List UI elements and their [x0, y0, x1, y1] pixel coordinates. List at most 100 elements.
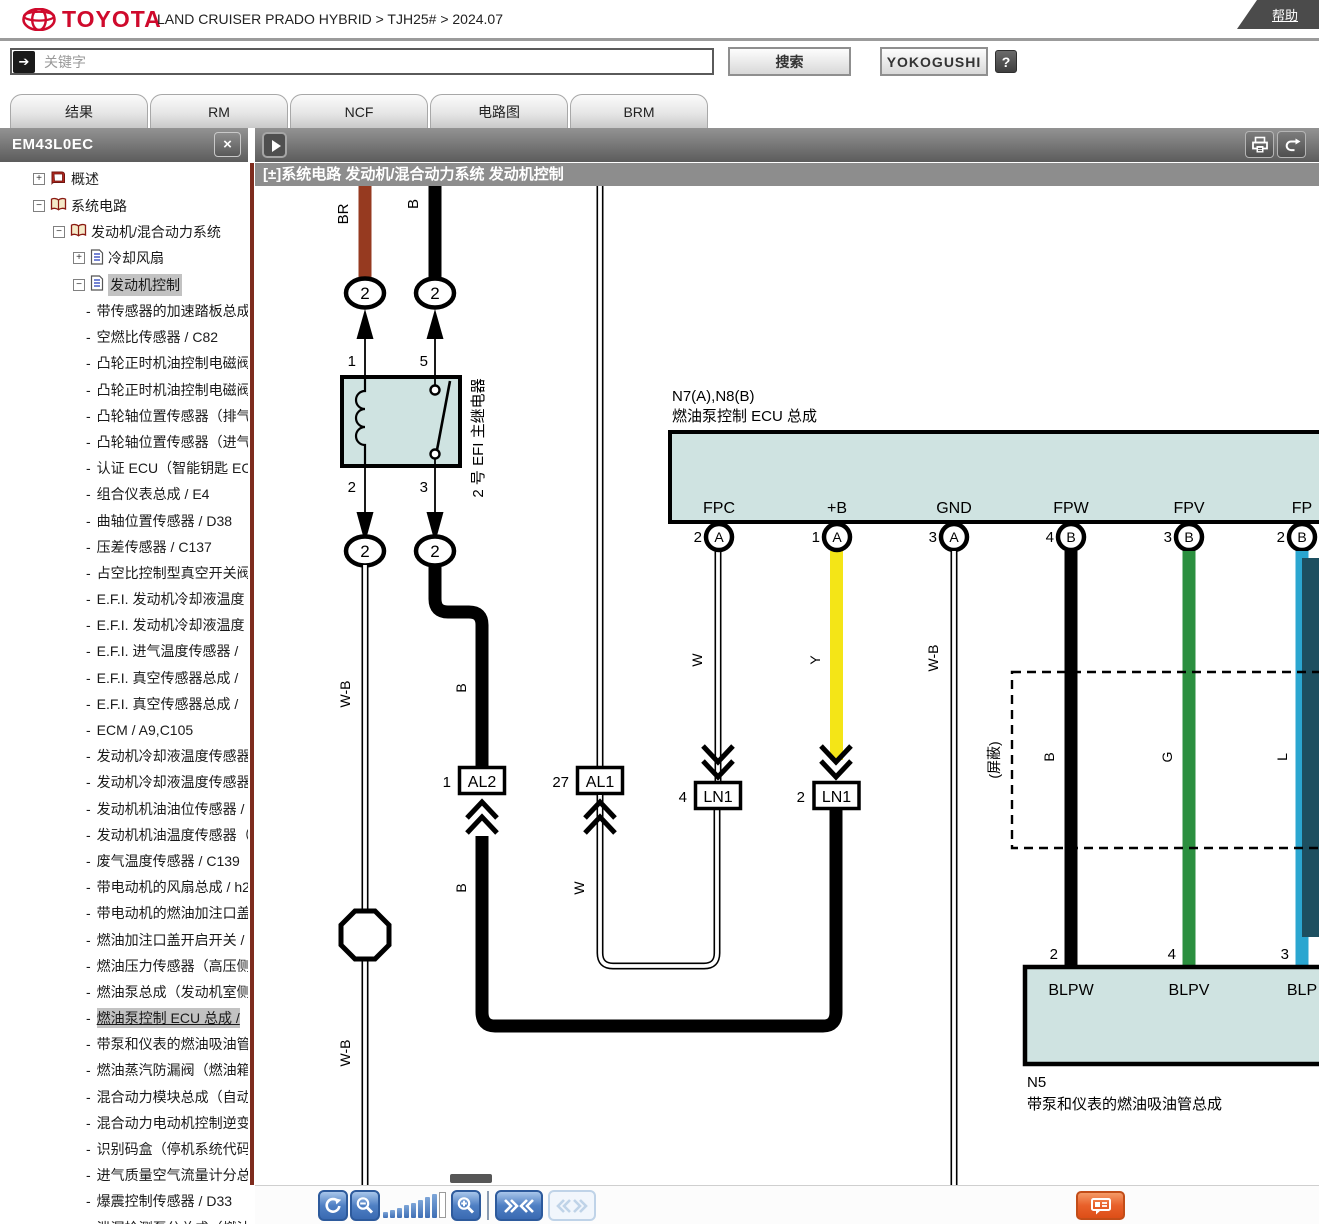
- expander-plus-icon[interactable]: +: [73, 252, 85, 264]
- wire-label-w: W: [689, 653, 705, 667]
- wire-br[interactable]: [359, 186, 372, 278]
- connector-oval-2d[interactable]: 2: [416, 537, 454, 566]
- tab-brm[interactable]: BRM: [570, 94, 708, 128]
- wire-b-relay-to-al2[interactable]: [435, 565, 482, 768]
- svg-text:3: 3: [1164, 529, 1172, 546]
- horizontal-scrollbar-thumb[interactable]: [450, 1174, 492, 1183]
- expander-minus-icon[interactable]: −: [73, 279, 85, 291]
- tab-ncf[interactable]: NCF: [290, 94, 428, 128]
- relay-pin1-num: 1: [348, 353, 356, 370]
- tree-leaf-item[interactable]: -E.F.I. 真空传感器总成 /: [0, 665, 248, 691]
- tree-leaf-item[interactable]: -带传感器的加速踏板总成: [0, 298, 248, 324]
- tree-leaf-item[interactable]: -废气温度传感器 / C139: [0, 848, 248, 874]
- collapse-tree-button[interactable]: [262, 132, 287, 158]
- panel-divider[interactable]: [250, 163, 254, 1185]
- tree-node-system-circuits[interactable]: − 系统电路: [0, 192, 248, 218]
- svg-text:FPW: FPW: [1053, 500, 1089, 517]
- wire-b-fpw[interactable]: [1065, 551, 1078, 967]
- connector-al1[interactable]: AL1 27: [552, 768, 622, 794]
- efi-main-relay[interactable]: [342, 377, 460, 466]
- fuel-suction-tube-assembly[interactable]: BLPW BLPV BLP: [1025, 967, 1319, 1064]
- zoom-level-indicator[interactable]: [383, 1194, 439, 1218]
- tree-leaf-item[interactable]: -燃油泵总成（发动机室侧: [0, 979, 248, 1005]
- rotate-button[interactable]: [318, 1190, 348, 1221]
- help-link[interactable]: 帮助: [1237, 0, 1319, 29]
- wire-label-g: G: [1159, 752, 1175, 763]
- connector-oval-2c[interactable]: 2: [346, 537, 384, 566]
- fuel-pump-ecu[interactable]: FPC +B GND FPW FPV FP: [670, 432, 1319, 522]
- tree-leaf-item[interactable]: -爆震控制传感器 / D33: [0, 1188, 248, 1214]
- tree-leaf-item[interactable]: -E.F.I. 进气温度传感器 /: [0, 638, 248, 664]
- tree-leaf-item[interactable]: -空燃比传感器 / C82: [0, 324, 248, 350]
- tree-leaf-item[interactable]: -带电动机的燃油加注口盖: [0, 900, 248, 926]
- question-help-icon[interactable]: ?: [995, 50, 1017, 73]
- svg-text:B: B: [1297, 529, 1306, 545]
- tree-leaf-item[interactable]: -燃油蒸汽防漏阀（燃油箱: [0, 1057, 248, 1083]
- expander-minus-icon[interactable]: −: [33, 200, 45, 212]
- tree-leaf-item[interactable]: -曲轴位置传感器 / D38: [0, 507, 248, 533]
- back-button[interactable]: [1277, 131, 1306, 158]
- wire-g-fpv[interactable]: [1183, 551, 1196, 967]
- connector-ln1-2[interactable]: LN1 2: [797, 783, 859, 809]
- tree-leaf-item[interactable]: -E.F.I. 发动机冷却液温度: [0, 586, 248, 612]
- tree-leaf-item[interactable]: -燃油压力传感器（高压侧: [0, 953, 248, 979]
- tree-leaf-item[interactable]: -认证 ECU（智能钥匙 EC: [0, 455, 248, 481]
- search-button[interactable]: 搜索: [728, 47, 851, 76]
- expander-minus-icon[interactable]: −: [53, 226, 65, 238]
- wire-w-al1-to-ln1[interactable]: [600, 795, 717, 966]
- tree-leaf-item[interactable]: -凸轮正时机油控制电磁阀: [0, 350, 248, 376]
- tree-leaf-item[interactable]: -泄漏检测泵分总成（燃油: [0, 1215, 248, 1224]
- tree-leaf-item[interactable]: -发动机冷却液温度传感器: [0, 743, 248, 769]
- tree-leaf-item[interactable]: -发动机机油油位传感器 /: [0, 796, 248, 822]
- tab-results[interactable]: 结果: [10, 94, 148, 128]
- close-panel-button[interactable]: ×: [214, 132, 241, 157]
- connector-oval-2a[interactable]: 2: [346, 279, 384, 308]
- tree-leaf-item[interactable]: -燃油加注口盖开启开关 /: [0, 926, 248, 952]
- tree-leaf-item[interactable]: -凸轮轴位置传感器（进气: [0, 429, 248, 455]
- tab-wiring[interactable]: 电路图: [430, 94, 568, 128]
- tree-leaf-item[interactable]: -带电动机的风扇总成 / h2: [0, 874, 248, 900]
- wire-b-top[interactable]: [429, 186, 442, 278]
- leaf-label: 燃油加注口盖开启开关 /: [97, 930, 245, 950]
- tree-leaf-item[interactable]: -占空比控制型真空开关阀: [0, 560, 248, 586]
- connector-oval-2b[interactable]: 2: [416, 279, 454, 308]
- tree-leaf-item[interactable]: -发动机冷却液温度传感器: [0, 769, 248, 795]
- zoom-out-button[interactable]: [350, 1190, 380, 1221]
- tree-node-overview[interactable]: + 概述: [0, 166, 248, 192]
- tree-leaf-item[interactable]: -E.F.I. 发动机冷却液温度: [0, 612, 248, 638]
- tree-node-engine-hybrid[interactable]: − 发动机/混合动力系统: [0, 219, 248, 245]
- tree-leaf-item[interactable]: -凸轮正时机油控制电磁阀: [0, 377, 248, 403]
- tree-leaf-item[interactable]: -ECM / A9,C105: [0, 717, 248, 743]
- expand-arrows-button[interactable]: [548, 1190, 596, 1221]
- leaf-dash: -: [86, 1193, 91, 1209]
- tree-leaf-item[interactable]: -组合仪表总成 / E4: [0, 481, 248, 507]
- tree-node-engine-control[interactable]: − 发动机控制: [0, 272, 248, 298]
- tree-leaf-item[interactable]: -燃油泵控制 ECU 总成 /: [0, 1005, 248, 1031]
- tree-leaf-item[interactable]: -识别码盒（停机系统代码: [0, 1136, 248, 1162]
- zoom-level-cursor[interactable]: [439, 1192, 446, 1218]
- splice-octagon[interactable]: [341, 911, 389, 959]
- tree-leaf-item[interactable]: -进气质量空气流量计分总: [0, 1162, 248, 1188]
- expander-plus-icon[interactable]: +: [33, 173, 45, 185]
- zoom-in-button[interactable]: [451, 1190, 481, 1221]
- tab-rm[interactable]: RM: [150, 94, 288, 128]
- keyword-search-input[interactable]: [10, 48, 714, 75]
- connector-al2[interactable]: AL2 1: [443, 768, 505, 794]
- feedback-button[interactable]: [1076, 1191, 1125, 1220]
- tree-leaf-item[interactable]: -发动机机油温度传感器（: [0, 822, 248, 848]
- tree-leaf-item[interactable]: -混合动力模块总成（自动: [0, 1084, 248, 1110]
- print-button[interactable]: [1245, 131, 1274, 158]
- tree-node-cooling-fan[interactable]: + 冷却风扇: [0, 245, 248, 271]
- yokogushi-button[interactable]: YOKOGUSHI: [880, 47, 988, 76]
- connector-ln1-4[interactable]: LN1 4: [679, 783, 741, 809]
- svg-text:FP: FP: [1292, 500, 1312, 517]
- leaf-label: 带泵和仪表的燃油吸油管: [97, 1034, 248, 1054]
- tree-leaf-item[interactable]: -带泵和仪表的燃油吸油管: [0, 1031, 248, 1057]
- wire-b-al2-to-ln1[interactable]: [482, 810, 836, 1026]
- tree-leaf-item[interactable]: -凸轮轴位置传感器（排气: [0, 403, 248, 429]
- tree-leaf-item[interactable]: -压差传感器 / C137: [0, 534, 248, 560]
- wire-y-plusb[interactable]: [830, 551, 843, 760]
- tree-leaf-item[interactable]: -E.F.I. 真空传感器总成 /: [0, 691, 248, 717]
- fit-width-button[interactable]: [495, 1190, 543, 1221]
- tree-leaf-item[interactable]: -混合动力电动机控制逆变: [0, 1110, 248, 1136]
